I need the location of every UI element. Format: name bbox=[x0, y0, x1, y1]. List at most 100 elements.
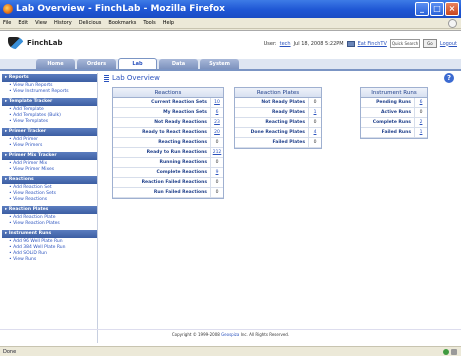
table-row: Pending Runs 6 bbox=[361, 98, 427, 108]
menu-item-tools[interactable]: Tools bbox=[143, 18, 155, 28]
sidebar-item[interactable]: • View Primer Mixes bbox=[9, 167, 97, 173]
sidebar-item-label: Add Primer Mix bbox=[13, 161, 48, 166]
table-row: My Reaction Sets 6 bbox=[113, 108, 223, 118]
table-row: Ready to Run Reactions 212 bbox=[113, 148, 223, 158]
row-count[interactable]: 6 bbox=[211, 108, 223, 117]
row-count: 0 bbox=[215, 160, 219, 165]
tab-system[interactable]: System bbox=[200, 59, 239, 69]
quick-search-input[interactable]: Quick Search bbox=[389, 39, 420, 48]
logout-link[interactable]: Logout bbox=[440, 41, 457, 47]
runs-panel-title: Instrument Runs bbox=[361, 88, 427, 98]
company-link[interactable]: Geospiza bbox=[221, 332, 239, 337]
row-label: Active Runs bbox=[361, 108, 415, 117]
tab-home[interactable]: Home bbox=[36, 59, 75, 69]
sidebar-item[interactable]: • View Runs bbox=[9, 257, 97, 263]
sidebar-item[interactable]: • View Reactions bbox=[9, 197, 97, 203]
sidebar-section-items: • Add Primer • View Primers bbox=[2, 136, 97, 151]
status-bar: Done bbox=[0, 346, 461, 356]
sidebar-section-primer-tracker[interactable]: ▸ Primer Tracker bbox=[2, 128, 97, 136]
security-icon bbox=[443, 349, 449, 355]
sidebar-section-instrument-runs[interactable]: ▸ Instrument Runs bbox=[2, 230, 97, 238]
table-row: Run Failed Reactions 0 bbox=[113, 188, 223, 198]
sidebar-item-label: View Reactions bbox=[13, 197, 48, 202]
sidebar-section-template-tracker[interactable]: ▸ Template Tracker bbox=[2, 98, 97, 106]
tab-lab[interactable]: Lab bbox=[118, 58, 157, 69]
sidebar-section-items: • Add Template • Add Templates (Bulk) • Vi… bbox=[2, 106, 97, 127]
table-row: Failed Runs 1 bbox=[361, 128, 427, 138]
maximize-button[interactable]: □ bbox=[430, 2, 444, 16]
user-label: User: bbox=[263, 40, 277, 47]
sidebar-section-title: Reaction Plates bbox=[8, 207, 49, 212]
help-icon[interactable]: ? bbox=[444, 73, 454, 83]
menu-item-file[interactable]: File bbox=[3, 18, 11, 28]
sidebar-section-items: • View Run Reports • View Instrument Repo… bbox=[2, 82, 97, 97]
row-label: Reacting Plates bbox=[235, 118, 309, 127]
row-label: Current Reaction Sets bbox=[113, 98, 211, 107]
sidebar-item[interactable]: • View Instrument Reports bbox=[9, 89, 97, 95]
sidebar-section-reactions[interactable]: ▸ Reactions bbox=[2, 176, 97, 184]
menu-item-delicious[interactable]: Delicious bbox=[79, 18, 102, 28]
close-button[interactable]: × bbox=[445, 2, 459, 16]
row-count[interactable]: 10 bbox=[211, 98, 223, 107]
sidebar-item-label: View Run Reports bbox=[13, 83, 53, 88]
row-count[interactable]: 2 bbox=[415, 118, 427, 127]
sidebar-section-title: Template Tracker bbox=[8, 99, 53, 104]
row-count[interactable]: 20 bbox=[211, 128, 223, 137]
table-row: Current Reaction Sets 10 bbox=[113, 98, 223, 108]
table-row: Reacting Plates 0 bbox=[235, 118, 321, 128]
sidebar-item-label: View Reaction Sets bbox=[13, 191, 56, 196]
menu-item-history[interactable]: History bbox=[54, 18, 72, 28]
sidebar-section-items: • Add 96 Well Plate Run • Add 384 Well Pl… bbox=[2, 238, 97, 265]
menu-item-view[interactable]: View bbox=[35, 18, 47, 28]
menu-item-bookmarks[interactable]: Bookmarks bbox=[108, 18, 136, 28]
row-count[interactable]: 9 bbox=[211, 168, 223, 177]
tab-data[interactable]: Data bbox=[159, 59, 198, 69]
date-text: Jul 18, 2008 5:22PM bbox=[293, 40, 344, 47]
sidebar-section-reports[interactable]: ▸ Reports bbox=[2, 74, 97, 82]
sidebar-item-label: View Runs bbox=[13, 257, 37, 262]
eat-finchtv-link[interactable]: Eat FinchTV bbox=[358, 41, 387, 47]
row-count: 0 bbox=[313, 120, 317, 125]
sidebar-section-primer-mix-tracker[interactable]: ▸ Primer Mix Tracker bbox=[2, 152, 97, 160]
sidebar-item-label: Add Template bbox=[13, 107, 44, 112]
row-label: Reacting Reactions bbox=[113, 138, 211, 147]
menu-item-help[interactable]: Help bbox=[163, 18, 174, 28]
minimize-button[interactable]: _ bbox=[415, 2, 429, 16]
row-count[interactable]: 23 bbox=[211, 118, 223, 127]
row-count: 0 bbox=[419, 110, 423, 115]
sidebar-item[interactable]: • View Templates bbox=[9, 119, 97, 125]
sidebar-item-label: View Templates bbox=[13, 119, 49, 124]
sidebar-section-title: Primer Tracker bbox=[8, 129, 47, 134]
sidebar-section-title: Reports bbox=[8, 75, 29, 80]
sidebar-section-title: Reactions bbox=[8, 177, 34, 182]
sidebar-section-reaction-plates[interactable]: ▸ Reaction Plates bbox=[2, 206, 97, 214]
sidebar-section-items: • Add Reaction Set • View Reaction Sets • … bbox=[2, 184, 97, 205]
row-count[interactable]: 1 bbox=[309, 108, 321, 117]
table-row: Running Reactions 0 bbox=[113, 158, 223, 168]
row-count[interactable]: 6 bbox=[415, 98, 427, 107]
row-count[interactable]: 4 bbox=[309, 128, 321, 137]
row-count[interactable]: 1 bbox=[415, 128, 427, 137]
table-row: Ready Plates 1 bbox=[235, 108, 321, 118]
row-label: Pending Runs bbox=[361, 98, 415, 107]
row-label: Run Failed Reactions bbox=[113, 188, 211, 197]
sidebar-item-label: Add 384 Well Plate Run bbox=[13, 245, 66, 250]
rights-text: Inc. All Rights Reserved. bbox=[240, 332, 290, 337]
row-label: Complete Runs bbox=[361, 118, 415, 127]
menu-item-edit[interactable]: Edit bbox=[18, 18, 28, 28]
row-count: 0 bbox=[215, 190, 219, 195]
page-title-text: Lab Overview bbox=[112, 74, 160, 82]
row-count[interactable]: 212 bbox=[211, 148, 223, 157]
main-content: Lab Overview ? Reactions Current Reaction… bbox=[104, 73, 456, 323]
go-button[interactable]: Go bbox=[422, 39, 437, 48]
user-link[interactable]: tech bbox=[280, 41, 291, 47]
sidebar-item[interactable]: • View Primers bbox=[9, 143, 97, 149]
table-row: Not Ready Reactions 23 bbox=[113, 118, 223, 128]
tab-orders[interactable]: Orders bbox=[77, 59, 116, 69]
copyright-text: Copyright © 1999-2008 bbox=[171, 332, 220, 337]
sidebar-item-label: View Instrument Reports bbox=[13, 89, 69, 94]
app-logo[interactable]: FinchLab bbox=[27, 39, 63, 47]
sidebar-section-items: • Add Reaction Plate • View Reaction Plat… bbox=[2, 214, 97, 229]
row-label: Running Reactions bbox=[113, 158, 211, 167]
sidebar-item[interactable]: • View Reaction Plates bbox=[9, 221, 97, 227]
